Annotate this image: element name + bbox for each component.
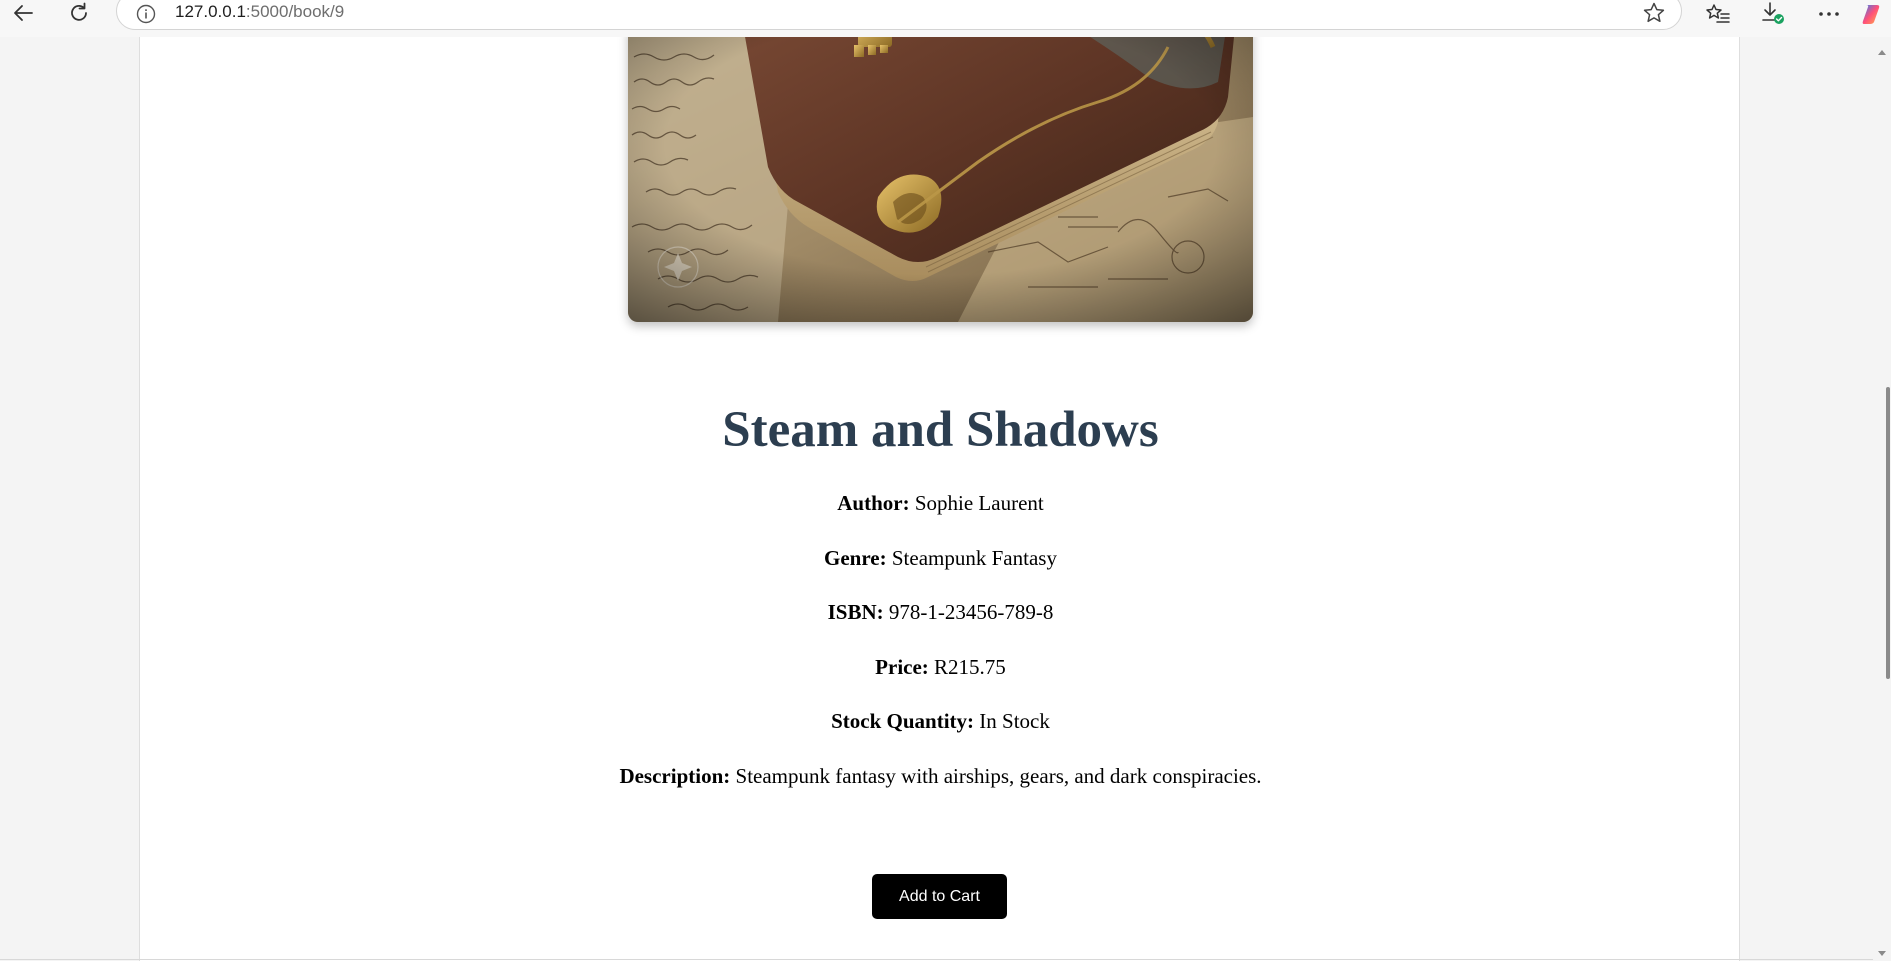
price-value: R215.75 [934,655,1006,679]
page-viewport: Steam and Shadows Author: Sophie Laurent… [0,37,1873,961]
book-detail-container: Steam and Shadows Author: Sophie Laurent… [139,37,1740,961]
book-cover-image [628,37,1253,322]
price-row: Price: R215.75 [140,654,1741,680]
isbn-row: ISBN: 978-1-23456-789-8 [140,599,1741,625]
copilot-icon[interactable] [1860,0,1891,28]
page-bottom-divider [0,959,1873,960]
genre-row: Genre: Steampunk Fantasy [140,545,1741,571]
browser-toolbar: 127.0.0.1:5000/book/9 [0,0,1891,38]
description-row: Description: Steampunk fantasy with airs… [140,763,1741,789]
author-value: Sophie Laurent [914,491,1044,515]
scrollbar-thumb[interactable] [1886,387,1890,679]
genre-value: Steampunk Fantasy [891,546,1057,570]
url-text[interactable]: 127.0.0.1:5000/book/9 [175,2,344,22]
star-icon[interactable] [1641,0,1667,26]
add-to-cart-button[interactable]: Add to Cart [872,874,1007,919]
favorites-icon[interactable] [1701,0,1735,28]
book-title: Steam and Shadows [722,402,1159,458]
address-bar[interactable]: 127.0.0.1:5000/book/9 [116,0,1682,30]
description-label: Description: [619,764,731,788]
back-arrow-icon[interactable] [6,0,40,26]
author-label: Author: [837,491,910,515]
description-value: Steampunk fantasy with airships, gears, … [735,764,1262,788]
author-row: Author: Sophie Laurent [140,490,1741,516]
genre-label: Genre: [824,546,887,570]
download-icon[interactable] [1757,0,1791,28]
stock-label: Stock Quantity: [831,709,975,733]
scroll-down-arrow-icon[interactable] [1878,951,1886,956]
reload-icon[interactable] [62,0,96,26]
isbn-value: 978-1-23456-789-8 [888,600,1054,624]
stock-value: In Stock [979,709,1050,733]
url-path: :5000/book/9 [245,2,345,21]
more-icon[interactable] [1812,0,1846,28]
scroll-up-arrow-icon[interactable] [1878,50,1886,55]
stock-row: Stock Quantity: In Stock [140,708,1741,734]
isbn-label: ISBN: [827,600,884,624]
price-label: Price: [875,655,929,679]
info-icon[interactable] [135,3,157,25]
url-host: 127.0.0.1 [175,2,246,21]
